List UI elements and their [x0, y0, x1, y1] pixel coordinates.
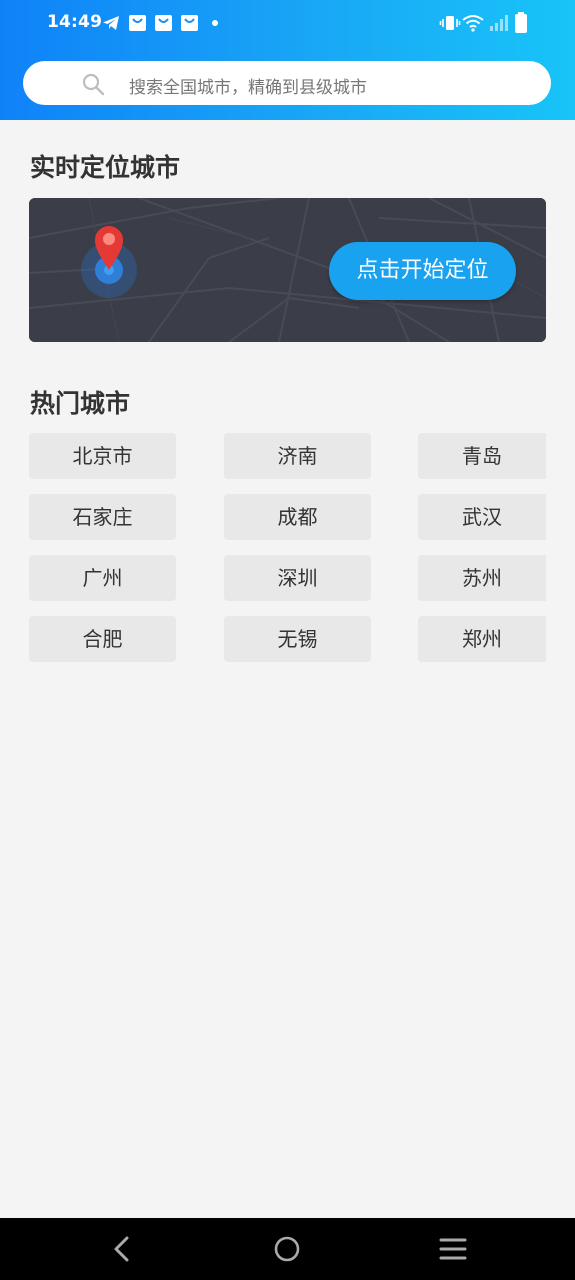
city-button[interactable]: 深圳	[224, 555, 371, 601]
search-bar[interactable]: 搜索全国城市，精确到县级城市	[23, 61, 551, 105]
city-button[interactable]: 无锡	[224, 616, 371, 662]
shopping-bag-icon	[181, 15, 198, 31]
hot-cities-title: 热门城市	[30, 389, 131, 418]
header: 14:49 搜索全国城市，精确到县级城市	[0, 0, 575, 120]
home-icon[interactable]	[273, 1235, 301, 1263]
dot-icon	[212, 20, 218, 26]
city-button[interactable]: 广州	[29, 555, 176, 601]
city-button[interactable]: 济南	[224, 433, 371, 479]
vibrate-icon	[439, 16, 461, 30]
search-input[interactable]: 搜索全国城市，精确到县级城市	[129, 73, 367, 98]
shopping-bag-icon	[129, 15, 146, 31]
status-bar: 14:49	[0, 0, 575, 46]
search-icon	[82, 73, 105, 96]
battery-icon	[515, 12, 527, 33]
city-button[interactable]: 石家庄	[29, 494, 176, 540]
telegram-icon	[103, 16, 119, 30]
system-nav-bar	[0, 1218, 575, 1280]
city-button[interactable]: 苏州	[418, 555, 546, 601]
shopping-bag-icon	[155, 15, 172, 31]
city-button[interactable]: 北京市	[29, 433, 176, 479]
back-icon[interactable]	[109, 1235, 135, 1263]
locate-section-title: 实时定位城市	[30, 153, 181, 182]
start-locate-button[interactable]: 点击开始定位	[329, 242, 516, 300]
signal-icon	[490, 15, 508, 31]
wifi-icon	[462, 15, 484, 32]
menu-icon[interactable]	[439, 1235, 467, 1263]
location-pin-icon	[81, 226, 137, 298]
city-button[interactable]: 合肥	[29, 616, 176, 662]
city-button[interactable]: 青岛	[418, 433, 546, 479]
city-button[interactable]: 武汉	[418, 494, 546, 540]
city-button[interactable]: 成都	[224, 494, 371, 540]
status-time: 14:49	[47, 12, 103, 32]
city-button[interactable]: 郑州	[418, 616, 546, 662]
